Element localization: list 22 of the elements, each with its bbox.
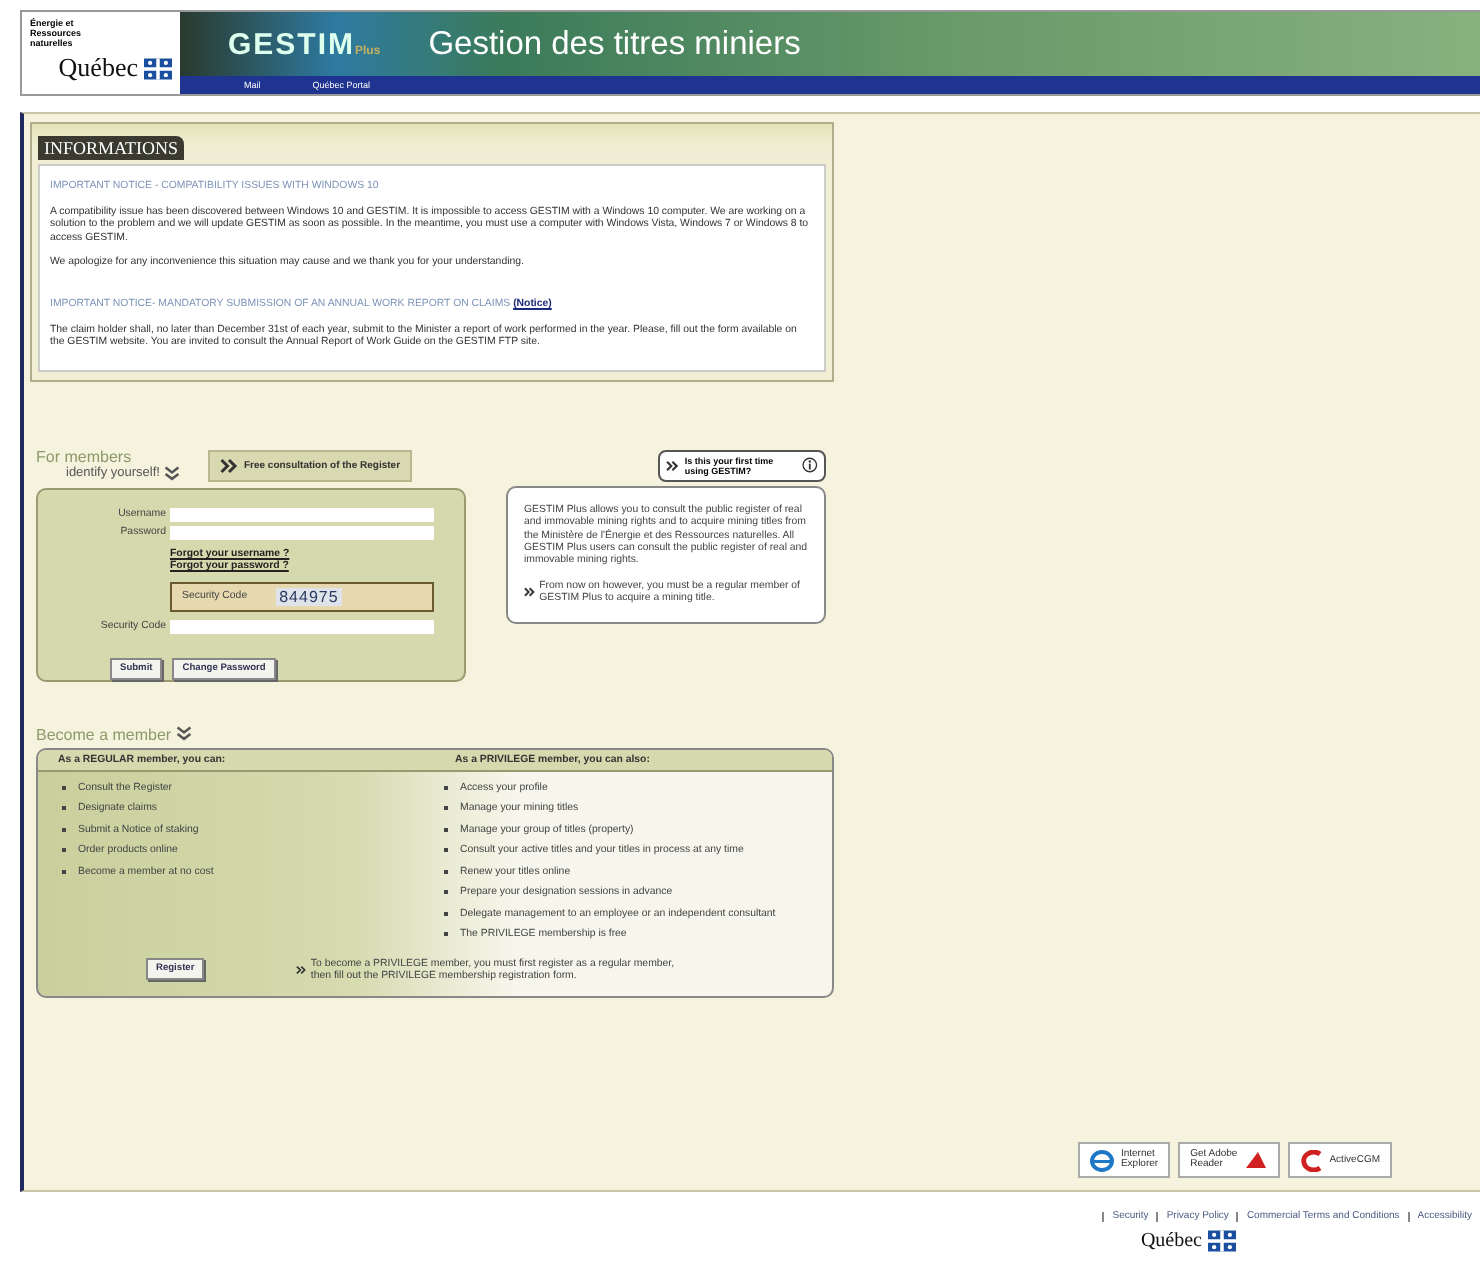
quebec-logo: Québec xyxy=(58,52,138,84)
input-field[interactable] xyxy=(170,619,434,634)
chevron-down-icon xyxy=(163,465,180,482)
double-chevron-icon xyxy=(219,457,238,474)
input-field[interactable] xyxy=(170,525,434,540)
section-heading: Become a member xyxy=(36,725,172,744)
flag-icon xyxy=(1208,1230,1236,1252)
e-logo-icon xyxy=(1090,1149,1115,1171)
chevron-down-icon xyxy=(175,726,192,743)
captcha-code: 844975 xyxy=(275,587,343,606)
info-icon xyxy=(802,454,818,477)
double-chevron-icon xyxy=(296,961,307,978)
flag-icon xyxy=(144,57,172,79)
c-logo-icon xyxy=(1299,1149,1324,1171)
input-field[interactable] xyxy=(170,507,434,522)
section-heading: For members xyxy=(36,449,134,466)
quebec-logo: Québec xyxy=(1140,1230,1202,1252)
pdf-logo-icon xyxy=(1243,1149,1268,1171)
double-chevron-icon xyxy=(666,457,679,474)
section-heading: INFORMATIONS xyxy=(38,136,185,160)
page-title: Gestion des titres miniers xyxy=(428,25,801,63)
double-chevron-icon xyxy=(524,584,536,601)
